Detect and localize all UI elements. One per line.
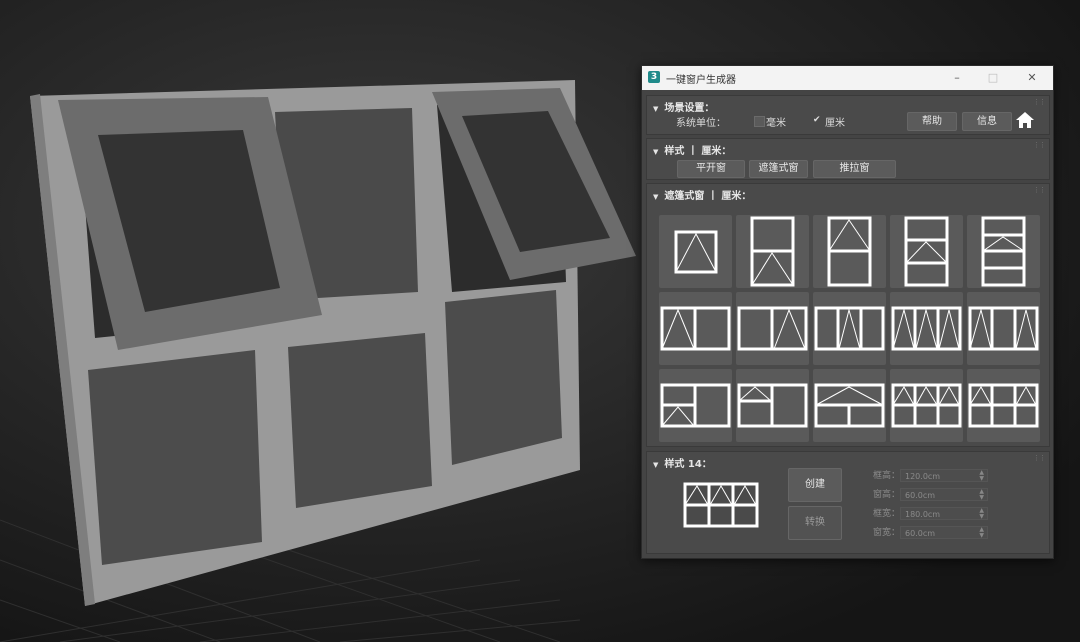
frame-width-label: 框宽：	[873, 509, 901, 519]
spinner-icon[interactable]: ▲ ▼	[979, 527, 984, 539]
style-tile-4[interactable]	[890, 215, 963, 288]
selected-style-rollout: ▼ 样式 14： ⋮⋮ 创建 转换 框高： 120.0cm ▲ ▼ 窗高： 60.0c…	[646, 451, 1050, 554]
style-tile-2[interactable]	[736, 215, 809, 288]
sliding-window-button[interactable]: 推拉窗	[813, 160, 896, 178]
window-title: 一键窗户生成器	[666, 75, 736, 86]
style-header[interactable]: ▼ 样式 丨 厘米：	[653, 142, 731, 157]
grip-icon[interactable]: ⋮⋮	[1033, 98, 1046, 106]
style-tile-15[interactable]	[967, 369, 1040, 442]
minimize-icon[interactable]: –	[948, 69, 966, 87]
style-tile-3[interactable]	[813, 215, 886, 288]
style-tile-11[interactable]	[659, 369, 732, 442]
create-button[interactable]: 创建	[788, 468, 842, 502]
title-bar: 3 一键窗户生成器 – □ ✕	[642, 66, 1053, 90]
unit-cm-label: 厘米	[825, 118, 845, 129]
close-icon[interactable]: ✕	[1023, 69, 1041, 87]
awning-window-button[interactable]: 遮篷式窗	[749, 160, 808, 178]
style-tile-14[interactable]	[890, 369, 963, 442]
info-button[interactable]: 信息	[962, 112, 1012, 131]
window-generator-panel: 3 一键窗户生成器 – □ ✕ ▼ 场景设置： ⋮⋮ 系统单位： 毫米 ✔ 厘米 …	[641, 65, 1054, 559]
frame-width-field[interactable]: 180.0cm ▲ ▼	[900, 507, 988, 520]
grip-icon[interactable]: ⋮⋮	[1033, 186, 1046, 194]
frame-height-label: 框高：	[873, 471, 901, 481]
awning-styles-rollout: ▼ 遮篷式窗 丨 厘米： ⋮⋮	[646, 183, 1050, 447]
spinner-icon[interactable]: ▲ ▼	[979, 489, 984, 501]
style-tile-10[interactable]	[967, 292, 1040, 365]
scene-settings-rollout: ▼ 场景设置： ⋮⋮ 系统单位： 毫米 ✔ 厘米 帮助 信息	[646, 95, 1050, 135]
grip-icon[interactable]: ⋮⋮	[1033, 454, 1046, 462]
grip-icon[interactable]: ⋮⋮	[1033, 141, 1046, 149]
window-height-field[interactable]: 60.0cm ▲ ▼	[900, 488, 988, 501]
window-width-field[interactable]: 60.0cm ▲ ▼	[900, 526, 988, 539]
scene-settings-header[interactable]: ▼ 场景设置：	[653, 99, 714, 114]
unit-cm-checkbox[interactable]: ✔	[813, 116, 822, 125]
app-logo-icon: 3	[648, 71, 660, 83]
awning-styles-header[interactable]: ▼ 遮篷式窗 丨 厘米：	[653, 187, 751, 202]
style-tile-1[interactable]	[659, 215, 732, 288]
window-height-label: 窗高：	[873, 490, 901, 500]
selected-style-header[interactable]: ▼ 样式 14：	[653, 455, 712, 470]
style-rollout: ▼ 样式 丨 厘米： ⋮⋮ 平开窗 遮篷式窗 推拉窗	[646, 138, 1050, 180]
help-button[interactable]: 帮助	[907, 112, 957, 131]
system-unit-label: 系统单位：	[676, 118, 726, 129]
style-tile-12[interactable]	[736, 369, 809, 442]
unit-mm-label: 毫米	[766, 118, 786, 129]
maximize-icon[interactable]: □	[984, 69, 1002, 87]
style-tile-7[interactable]	[736, 292, 809, 365]
style-tile-9[interactable]	[890, 292, 963, 365]
frame-height-field[interactable]: 120.0cm ▲ ▼	[900, 469, 988, 482]
style-tile-13[interactable]	[813, 369, 886, 442]
spinner-icon[interactable]: ▲ ▼	[979, 508, 984, 520]
style-tile-5[interactable]	[967, 215, 1040, 288]
casement-window-button[interactable]: 平开窗	[677, 160, 745, 178]
unit-mm-checkbox[interactable]	[754, 116, 765, 127]
style-tile-6[interactable]	[659, 292, 732, 365]
selected-style-preview	[679, 476, 763, 538]
style-tile-8[interactable]	[813, 292, 886, 365]
convert-button[interactable]: 转换	[788, 506, 842, 540]
spinner-icon[interactable]: ▲ ▼	[979, 470, 984, 482]
home-icon[interactable]	[1015, 111, 1035, 133]
window-width-label: 窗宽：	[873, 528, 901, 538]
